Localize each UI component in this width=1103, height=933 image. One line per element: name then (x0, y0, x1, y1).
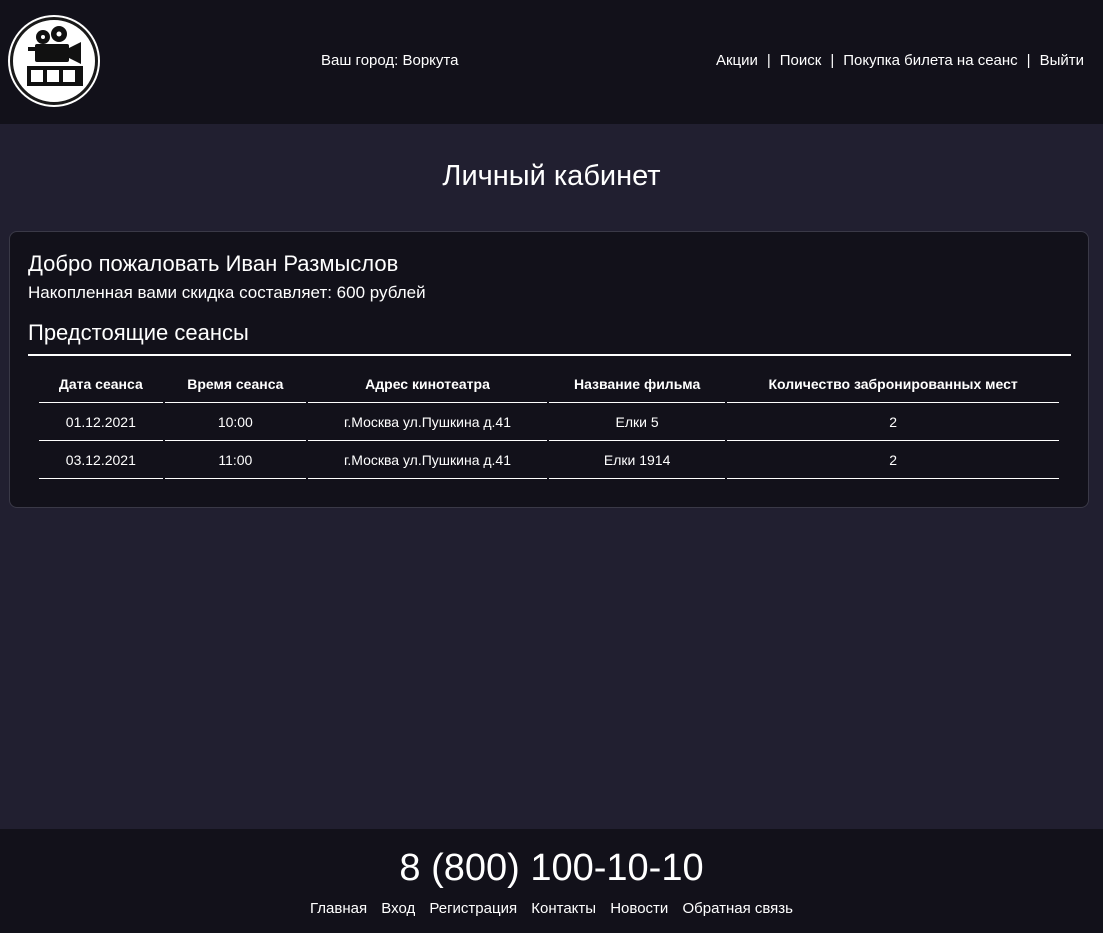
column-header-address: Адрес кинотеатра (308, 365, 547, 403)
cell-date: 03.12.2021 (39, 441, 163, 479)
nav-buy-ticket[interactable]: Покупка билета на сеанс (843, 52, 1017, 69)
page-title: Личный кабинет (442, 160, 661, 192)
cell-film: Елки 5 (548, 403, 726, 441)
cell-seats: 2 (727, 441, 1059, 479)
footer-link-news[interactable]: Новости (610, 900, 668, 917)
table-row: 01.12.2021 10:00 г.Москва ул.Пушкина д.4… (39, 403, 1059, 441)
cell-film: Елки 1914 (548, 441, 726, 479)
cell-time: 10:00 (164, 403, 307, 441)
header: Ваш город: Воркута Акции | Поиск | Покуп… (0, 0, 1103, 124)
welcome-heading: Добро пожаловать Иван Размыслов (28, 251, 399, 276)
column-header-time: Время сеанса (164, 365, 307, 403)
sessions-table: Дата сеанса Время сеанса Адрес кинотеатр… (37, 365, 1061, 479)
nav-promotions[interactable]: Акции (716, 52, 758, 69)
top-nav: Акции | Поиск | Покупка билета на сеанс … (716, 52, 1084, 69)
city-label[interactable]: Ваш город: Воркута (321, 52, 458, 69)
footer: 8 (800) 100-10-10 Главная Вход Регистрац… (0, 829, 1103, 933)
column-header-seats: Количество забронированных мест (727, 365, 1059, 403)
footer-link-contacts[interactable]: Контакты (531, 900, 596, 917)
table-header-row: Дата сеанса Время сеанса Адрес кинотеатр… (39, 365, 1059, 403)
nav-search[interactable]: Поиск (780, 52, 822, 69)
footer-link-feedback[interactable]: Обратная связь (682, 900, 793, 917)
cell-address: г.Москва ул.Пушкина д.41 (308, 441, 547, 479)
divider (28, 354, 1071, 356)
logo[interactable] (10, 17, 98, 105)
cell-seats: 2 (727, 403, 1059, 441)
cell-address: г.Москва ул.Пушкина д.41 (308, 403, 547, 441)
cell-date: 01.12.2021 (39, 403, 163, 441)
film-camera-icon (27, 26, 83, 86)
nav-separator: | (830, 52, 835, 69)
nav-separator: | (766, 52, 771, 69)
column-header-date: Дата сеанса (39, 365, 163, 403)
footer-nav: Главная Вход Регистрация Контакты Новост… (0, 900, 1103, 917)
upcoming-sessions-heading: Предстоящие сеансы (28, 320, 249, 345)
phone-number[interactable]: 8 (800) 100-10-10 (0, 847, 1103, 890)
nav-separator: | (1026, 52, 1031, 69)
footer-link-home[interactable]: Главная (310, 900, 367, 917)
footer-link-login[interactable]: Вход (381, 900, 415, 917)
table-row: 03.12.2021 11:00 г.Москва ул.Пушкина д.4… (39, 441, 1059, 479)
discount-text: Накопленная вами скидка составляет: 600 … (28, 283, 426, 302)
footer-link-register[interactable]: Регистрация (429, 900, 517, 917)
nav-logout[interactable]: Выйти (1040, 52, 1084, 69)
account-panel: Добро пожаловать Иван Размыслов Накоплен… (9, 231, 1089, 508)
column-header-film: Название фильма (548, 365, 726, 403)
cell-time: 11:00 (164, 441, 307, 479)
